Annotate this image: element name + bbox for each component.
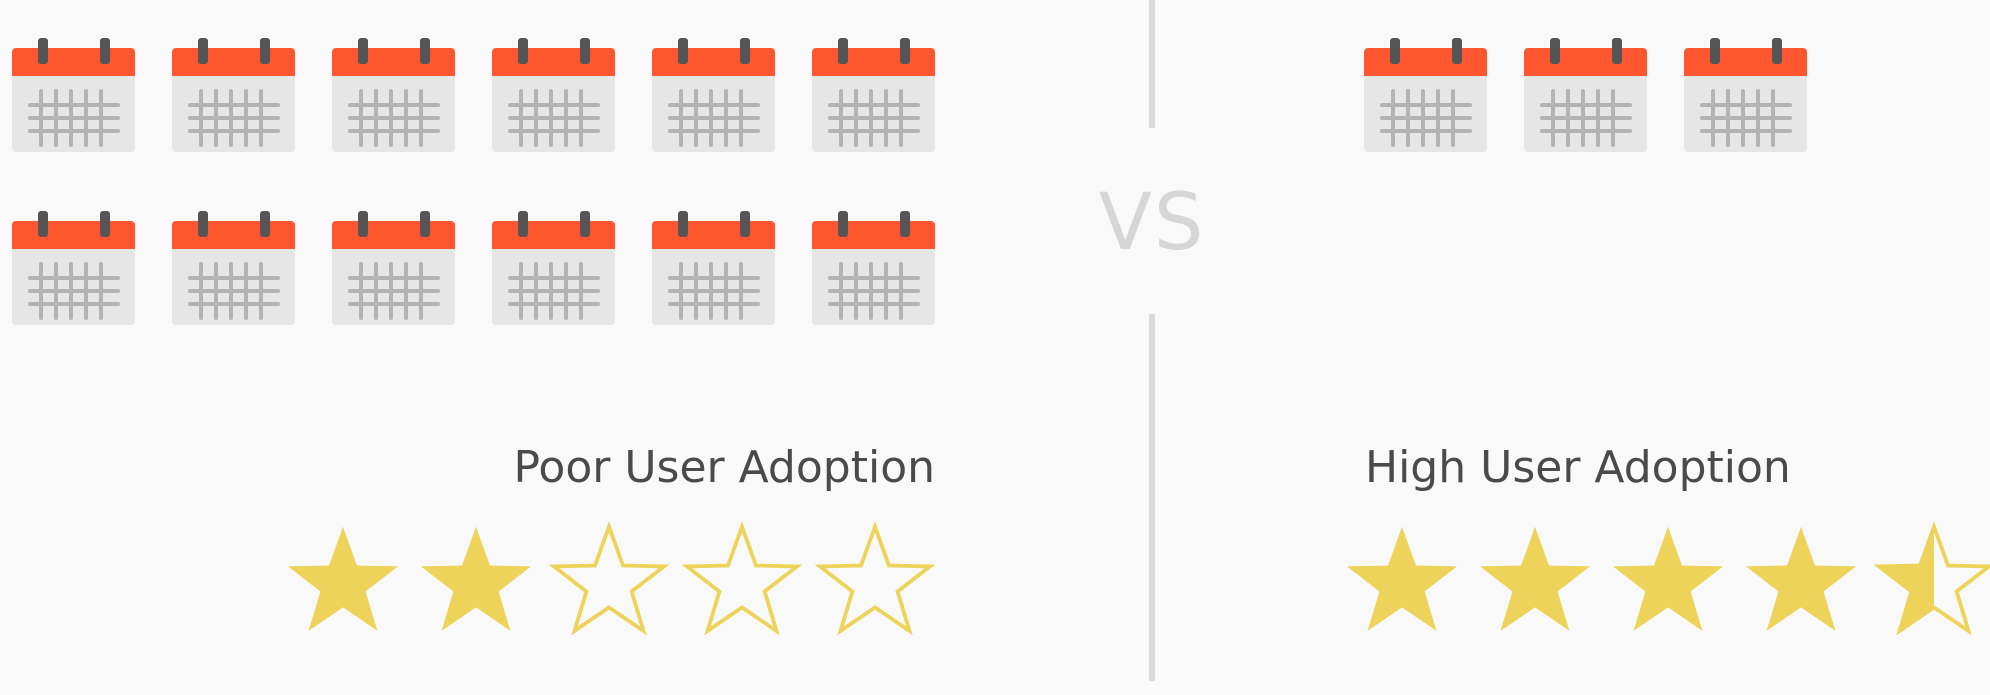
calendar-icon (652, 211, 775, 325)
vs-label: VS (1098, 178, 1206, 268)
star-filled-icon (417, 522, 535, 634)
calendar-icon (1364, 38, 1487, 152)
left-caption: Poor User Adoption (513, 442, 935, 493)
star-empty-icon (548, 521, 670, 636)
calendar-icon (1524, 38, 1647, 152)
star-empty-icon (681, 521, 803, 636)
star-filled-icon (284, 522, 402, 634)
star-empty-icon (814, 521, 936, 636)
star-filled-icon (1742, 522, 1860, 634)
calendar-icon (812, 211, 935, 325)
calendar-icon (492, 211, 615, 325)
calendar-icon (652, 38, 775, 152)
calendar-icon (812, 38, 935, 152)
calendar-icon (332, 211, 455, 325)
divider-line-bottom (1149, 314, 1155, 681)
star-filled-icon (1476, 522, 1594, 634)
calendar-icon (172, 211, 295, 325)
calendar-icon (332, 38, 455, 152)
calendar-icon (1684, 38, 1807, 152)
calendar-icon (12, 38, 135, 152)
right-caption: High User Adoption (1365, 442, 1791, 493)
star-filled-icon (1343, 522, 1461, 634)
star-half-icon (1873, 521, 1990, 636)
comparison-infographic: Poor User Adoption VS High User Adoption (0, 0, 1990, 695)
calendar-icon (172, 38, 295, 152)
star-filled-icon (1609, 522, 1727, 634)
calendar-icon (492, 38, 615, 152)
calendar-icon (12, 211, 135, 325)
divider-line-top (1149, 0, 1155, 128)
